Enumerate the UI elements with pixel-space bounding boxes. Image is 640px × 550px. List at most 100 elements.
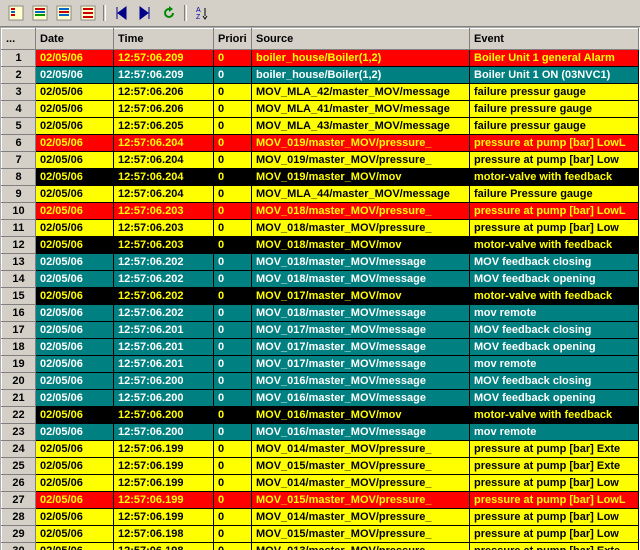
table-row[interactable]: 1302/05/0612:57:06.2020MOV_018/master_MO…: [2, 254, 639, 271]
table-row[interactable]: 302/05/0612:57:06.2060MOV_MLA_42/master_…: [2, 84, 639, 101]
row-number[interactable]: 24: [2, 441, 36, 458]
table-row[interactable]: 3002/05/0612:57:06.1980MOV_013/master_MO…: [2, 543, 639, 550]
cell-source: MOV_018/master_MOV/message: [252, 305, 470, 322]
table-row[interactable]: 702/05/0612:57:06.2040MOV_019/master_MOV…: [2, 152, 639, 169]
table-row[interactable]: 1102/05/0612:57:06.2030MOV_018/master_MO…: [2, 220, 639, 237]
row-number[interactable]: 14: [2, 271, 36, 288]
row-number[interactable]: 5: [2, 118, 36, 135]
table-row[interactable]: 2502/05/0612:57:06.1990MOV_015/master_MO…: [2, 458, 639, 475]
cell-source: MOV_016/master_MOV/message: [252, 424, 470, 441]
table-row[interactable]: 1702/05/0612:57:06.2010MOV_017/master_MO…: [2, 322, 639, 339]
col-priority[interactable]: Priori: [214, 29, 252, 50]
cell-priority: 0: [214, 118, 252, 135]
filter4-icon[interactable]: [77, 3, 99, 23]
cell-date: 02/05/06: [36, 458, 114, 475]
row-number[interactable]: 15: [2, 288, 36, 305]
cell-source: boiler_house/Boiler(1,2): [252, 67, 470, 84]
row-number[interactable]: 27: [2, 492, 36, 509]
table-row[interactable]: 402/05/0612:57:06.2060MOV_MLA_41/master_…: [2, 101, 639, 118]
row-number[interactable]: 6: [2, 135, 36, 152]
row-number[interactable]: 8: [2, 169, 36, 186]
row-number[interactable]: 25: [2, 458, 36, 475]
alarm-grid[interactable]: ... Date Time Priori Source Event 102/05…: [0, 27, 640, 550]
col-time[interactable]: Time: [114, 29, 214, 50]
row-number[interactable]: 9: [2, 186, 36, 203]
table-row[interactable]: 2602/05/0612:57:06.1990MOV_014/master_MO…: [2, 475, 639, 492]
cell-date: 02/05/06: [36, 84, 114, 101]
table-row[interactable]: 1002/05/0612:57:06.2030MOV_018/master_MO…: [2, 203, 639, 220]
table-row[interactable]: 2902/05/0612:57:06.1980MOV_015/master_MO…: [2, 526, 639, 543]
cell-priority: 0: [214, 526, 252, 543]
row-number[interactable]: 26: [2, 475, 36, 492]
cell-event: failure Pressure gauge: [470, 186, 639, 203]
cell-source: MOV_018/master_MOV/pressure_: [252, 220, 470, 237]
table-row[interactable]: 202/05/0612:57:06.2090boiler_house/Boile…: [2, 67, 639, 84]
table-row[interactable]: 1602/05/0612:57:06.2020MOV_018/master_MO…: [2, 305, 639, 322]
cell-source: MOV_018/master_MOV/mov: [252, 237, 470, 254]
row-number[interactable]: 1: [2, 50, 36, 67]
cell-time: 12:57:06.206: [114, 84, 214, 101]
row-number[interactable]: 17: [2, 322, 36, 339]
cell-time: 12:57:06.199: [114, 475, 214, 492]
cell-event: motor-valve with feedback: [470, 407, 639, 424]
cell-source: MOV_019/master_MOV/mov: [252, 169, 470, 186]
cell-source: MOV_014/master_MOV/pressure_: [252, 441, 470, 458]
cell-priority: 0: [214, 322, 252, 339]
row-number[interactable]: 4: [2, 101, 36, 118]
cell-date: 02/05/06: [36, 526, 114, 543]
filter3-icon[interactable]: [53, 3, 75, 23]
table-row[interactable]: 2202/05/0612:57:06.2000MOV_016/master_MO…: [2, 407, 639, 424]
row-number[interactable]: 22: [2, 407, 36, 424]
row-number[interactable]: 19: [2, 356, 36, 373]
table-row[interactable]: 1402/05/0612:57:06.2020MOV_018/master_MO…: [2, 271, 639, 288]
goto-end-icon[interactable]: [134, 3, 156, 23]
table-row[interactable]: 2402/05/0612:57:06.1990MOV_014/master_MO…: [2, 441, 639, 458]
row-number[interactable]: 30: [2, 543, 36, 550]
table-row[interactable]: 2802/05/0612:57:06.1990MOV_014/master_MO…: [2, 509, 639, 526]
row-number[interactable]: 20: [2, 373, 36, 390]
table-row[interactable]: 502/05/0612:57:06.2050MOV_MLA_43/master_…: [2, 118, 639, 135]
row-number[interactable]: 21: [2, 390, 36, 407]
cell-time: 12:57:06.206: [114, 101, 214, 118]
cell-time: 12:57:06.199: [114, 492, 214, 509]
row-number[interactable]: 2: [2, 67, 36, 84]
col-date[interactable]: Date: [36, 29, 114, 50]
cell-time: 12:57:06.204: [114, 152, 214, 169]
table-row[interactable]: 2002/05/0612:57:06.2000MOV_016/master_MO…: [2, 373, 639, 390]
table-row[interactable]: 1902/05/0612:57:06.2010MOV_017/master_MO…: [2, 356, 639, 373]
row-number[interactable]: 11: [2, 220, 36, 237]
row-number[interactable]: 23: [2, 424, 36, 441]
goto-start-icon[interactable]: [110, 3, 132, 23]
col-rownum[interactable]: ...: [2, 29, 36, 50]
row-number[interactable]: 13: [2, 254, 36, 271]
cell-time: 12:57:06.202: [114, 254, 214, 271]
row-number[interactable]: 28: [2, 509, 36, 526]
row-number[interactable]: 10: [2, 203, 36, 220]
row-number[interactable]: 7: [2, 152, 36, 169]
table-row[interactable]: 2702/05/0612:57:06.1990MOV_015/master_MO…: [2, 492, 639, 509]
filter1-icon[interactable]: [5, 3, 27, 23]
row-number[interactable]: 29: [2, 526, 36, 543]
table-row[interactable]: 102/05/0612:57:06.2090boiler_house/Boile…: [2, 50, 639, 67]
table-row[interactable]: 2302/05/0612:57:06.2000MOV_016/master_MO…: [2, 424, 639, 441]
col-event[interactable]: Event: [470, 29, 639, 50]
refresh-icon[interactable]: [158, 3, 180, 23]
row-number[interactable]: 3: [2, 84, 36, 101]
row-number[interactable]: 12: [2, 237, 36, 254]
table-row[interactable]: 1502/05/0612:57:06.2020MOV_017/master_MO…: [2, 288, 639, 305]
table-row[interactable]: 602/05/0612:57:06.2040MOV_019/master_MOV…: [2, 135, 639, 152]
cell-time: 12:57:06.203: [114, 203, 214, 220]
table-row[interactable]: 1202/05/0612:57:06.2030MOV_018/master_MO…: [2, 237, 639, 254]
filter2-icon[interactable]: [29, 3, 51, 23]
row-number[interactable]: 18: [2, 339, 36, 356]
col-source[interactable]: Source: [252, 29, 470, 50]
row-number[interactable]: 16: [2, 305, 36, 322]
table-row[interactable]: 2102/05/0612:57:06.2000MOV_016/master_MO…: [2, 390, 639, 407]
cell-event: motor-valve with feedback: [470, 237, 639, 254]
cell-event: Boiler Unit 1 general Alarm: [470, 50, 639, 67]
cell-date: 02/05/06: [36, 254, 114, 271]
sort-icon[interactable]: AZ: [191, 3, 213, 23]
table-row[interactable]: 902/05/0612:57:06.2040MOV_MLA_44/master_…: [2, 186, 639, 203]
table-row[interactable]: 802/05/0612:57:06.2040MOV_019/master_MOV…: [2, 169, 639, 186]
table-row[interactable]: 1802/05/0612:57:06.2010MOV_017/master_MO…: [2, 339, 639, 356]
